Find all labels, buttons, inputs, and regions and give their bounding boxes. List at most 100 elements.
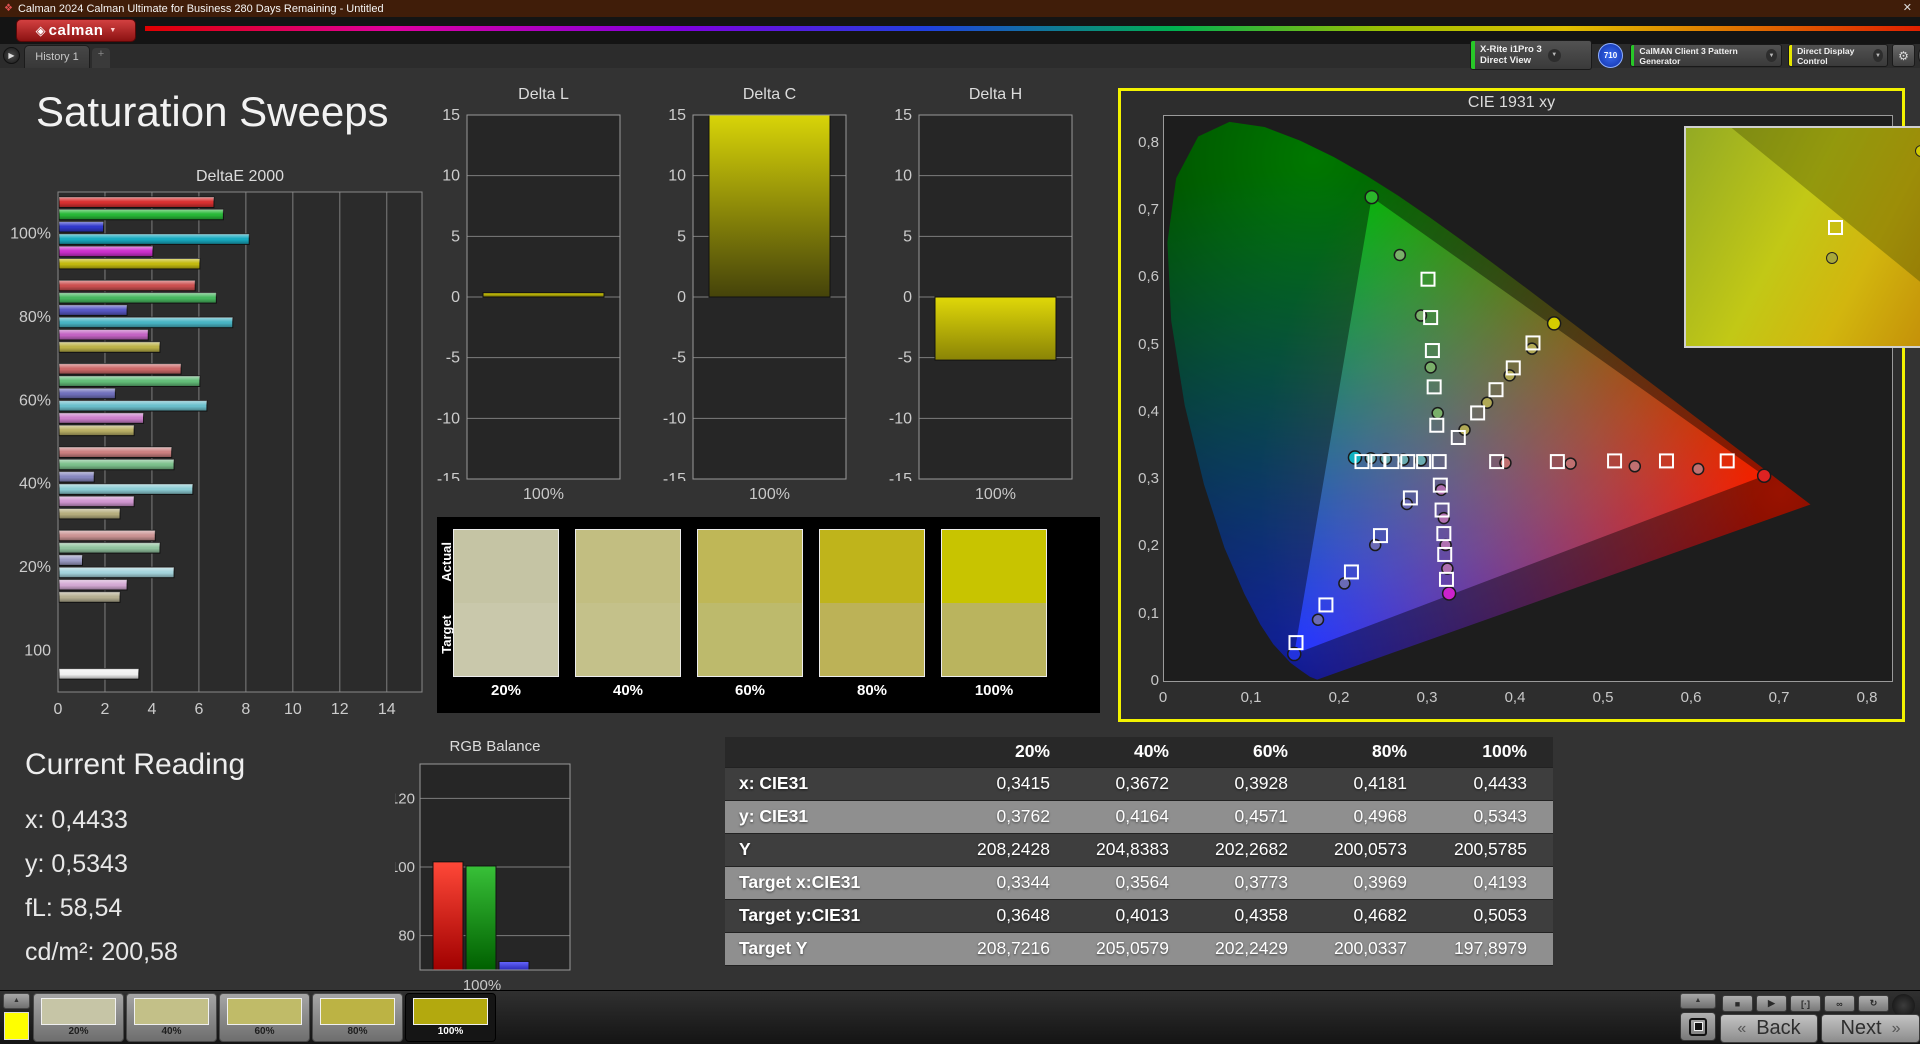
transport-stop-button[interactable]: ■ [1722,995,1753,1012]
cie-inset-target-square [1828,219,1844,235]
svg-text:0: 0 [677,289,686,306]
back-button[interactable]: « Back [1720,1014,1818,1043]
target-swatch [698,603,802,676]
cie-y-tick-label: 0,3 [1138,470,1159,488]
delta-h-bar [934,296,1057,361]
patch-label: 100% [437,1026,464,1037]
table-column-header: 60% [1195,737,1314,767]
cie-measured-point [1628,460,1642,473]
transport-refresh-button[interactable]: ↻ [1858,995,1889,1012]
cie-x-tick-label: 0,2 [1328,689,1350,706]
patch-swatch [320,998,395,1025]
patch-button-60%[interactable]: 60% [219,993,310,1042]
delta-h-xlabel: 100% [975,486,1016,503]
play-icon: ▶ [8,51,15,60]
next-button[interactable]: Next » [1821,1014,1920,1043]
table-row-label: x: CIE31 [725,767,957,800]
current-reading-title: Current Reading [25,748,246,781]
history-menu-button[interactable]: ▶ [3,47,20,64]
meter-badge[interactable]: 710 [1598,43,1623,68]
table-column-header: 20% [957,737,1076,767]
cie-x-tick-label: 0,7 [1768,689,1790,706]
cie-plot [1163,115,1920,682]
pattern-generator-label: CalMAN Client 3 Pattern Generator [1639,45,1738,66]
pattern-window-button[interactable] [1680,1012,1716,1041]
table-cell: 0,3969 [1314,866,1433,899]
add-tab-button[interactable]: + [92,48,110,68]
calman-app: ❖ Calman 2024 Calman Ultimate for Busine… [0,0,1920,1044]
table-row: Y 208,2428 204,8383 202,2682 200,0573 200,578… [725,833,1553,866]
table-cell: 200,5785 [1433,833,1553,866]
delta-c-xlabel: 100% [749,486,790,503]
cie-y-tick-label: 0,1 [1138,604,1159,622]
table-column-header: 100% [1433,737,1553,767]
chevrons-left-icon: « [1737,1019,1747,1037]
expand-patches-button[interactable]: ▲ [3,993,30,1009]
svg-text:5: 5 [903,228,912,245]
svg-text:15: 15 [668,109,686,124]
expand-transport-button[interactable]: ▲ [1680,993,1716,1009]
display-control-dropdown[interactable]: Direct Display Control ▼ [1788,44,1888,67]
current-reading-item: cd/m²: 200,58 [25,938,178,966]
cie-y-tick-label: 0,2 [1138,537,1159,555]
actual-swatch [576,530,680,603]
meter-name: X-Rite i1Pro 3 [1480,44,1542,55]
cie-measured-point [1311,613,1325,626]
svg-text:5: 5 [451,228,460,245]
patch-button-40%[interactable]: 40% [126,993,217,1042]
meter-dropdown[interactable]: X-Rite i1Pro 3 Direct View ▼ [1470,40,1592,70]
patch-label: 60% [254,1026,275,1037]
table-row: Target x:CIE31 0,3344 0,3564 0,3773 0,3969 0,… [725,866,1553,899]
app-icon: ❖ [4,3,13,14]
stop-icon: ■ [1734,998,1741,1009]
table-cell: 0,4193 [1433,866,1553,899]
svg-text:15: 15 [442,109,460,124]
target-swatch [820,603,924,676]
table-cell: 0,4164 [1076,800,1195,833]
cie-y-tick-label: 0,4 [1138,402,1159,420]
transport-play-button[interactable]: ▶ [1756,995,1787,1012]
svg-text:4: 4 [147,701,156,718]
cie-y-tick-label: 0,8 [1138,133,1159,151]
table-cell: 0,3564 [1076,866,1195,899]
settings-button[interactable]: ⚙ [1892,44,1915,67]
cie-measured-point [1364,189,1379,205]
chevron-down-icon: ▼ [1872,49,1883,62]
calman-menu-button[interactable]: ◈ calman ▼ [16,19,136,42]
svg-text:-10: -10 [889,410,912,427]
pattern-generator-dropdown[interactable]: CalMAN Client 3 Pattern Generator ▼ [1630,44,1782,67]
patch-button-20%[interactable]: 20% [33,993,124,1042]
table-cell: 202,2682 [1195,833,1314,866]
delta-l-title: Delta L [518,86,569,103]
cie-y-tick-label: 0,6 [1138,268,1159,286]
close-icon[interactable]: ✕ [1903,1,1912,14]
patch-button-100%[interactable]: 100% [405,993,496,1042]
table-cell: 0,3773 [1195,866,1314,899]
logo-row: ◈ calman ▼ [0,17,1920,44]
table-cell: 0,4013 [1076,899,1195,932]
svg-text:-10: -10 [437,410,460,427]
table-cell: 205,0579 [1076,932,1195,965]
deltae-group-label: 60% [19,392,51,409]
transport-pattern-size-button[interactable]: [·] [1790,995,1821,1012]
cie-inset-measured-dot [1825,252,1838,265]
cie-x-tick-label: 0 [1158,689,1168,706]
rgb-bar-red [432,861,464,971]
tab-history-1[interactable]: History 1 [24,45,90,68]
pattern-size-icon: [·] [1801,998,1810,1009]
svg-text:-15: -15 [663,471,686,481]
table-cell: 0,4968 [1314,800,1433,833]
svg-text:-15: -15 [889,471,912,481]
swatch-column-label: 40% [612,682,644,699]
cie-panel: CIE 1931 xy 0 0,1 0,2 0,3 0,4 0,5 0,6 0,7 0,8 0 0,… [1118,88,1920,722]
svg-text:-5: -5 [672,350,686,367]
patch-swatch [413,998,488,1025]
transport-loop-button[interactable]: ∞ [1824,995,1855,1012]
table-row: y: CIE31 0,3762 0,4164 0,4571 0,4968 0,5343 [725,800,1553,833]
patch-button-80%[interactable]: 80% [312,993,403,1042]
next-button-label: Next [1840,1017,1882,1039]
table-column-header: 80% [1314,737,1433,767]
svg-text:15: 15 [894,109,912,124]
cie-measured-point [1441,586,1457,601]
delta-c-bar [708,114,831,298]
